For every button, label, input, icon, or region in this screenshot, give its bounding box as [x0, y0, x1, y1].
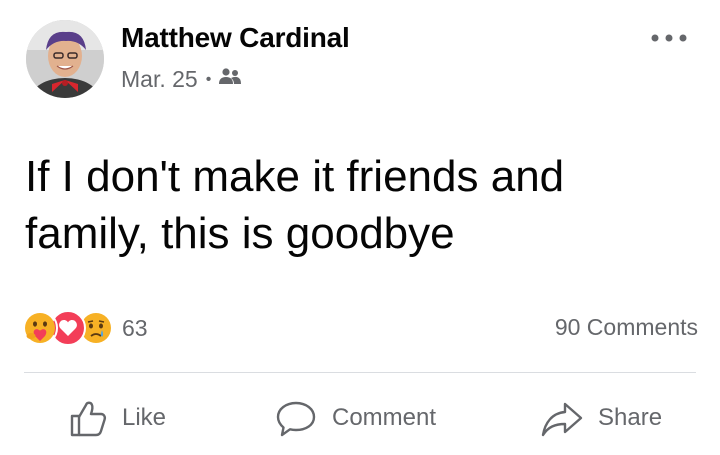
thumbs-up-icon: [70, 401, 107, 437]
reaction-count: 63: [122, 314, 148, 341]
post-date[interactable]: Mar. 25: [121, 66, 198, 93]
care-emoji-icon: [22, 310, 58, 346]
actions-divider: [24, 372, 696, 373]
reactions-summary[interactable]: 63: [22, 310, 148, 346]
avatar-photo: [26, 20, 104, 98]
like-button[interactable]: Like: [68, 394, 166, 442]
post-text: If I don't make it friends and family, t…: [25, 152, 565, 258]
author-name[interactable]: Matthew Cardinal: [121, 22, 350, 54]
share-arrow-icon: [541, 402, 583, 437]
post-meta: Mar. 25 •: [121, 66, 242, 93]
more-options-button[interactable]: [648, 26, 690, 50]
comment-button[interactable]: Comment: [274, 394, 436, 442]
meta-separator: •: [205, 70, 212, 88]
share-button[interactable]: Share: [540, 394, 662, 442]
comments-count-link[interactable]: 90 Comments: [555, 314, 698, 341]
more-horizontal-icon: [651, 34, 687, 42]
post-action-bar: Like Comment Share: [0, 394, 720, 442]
comment-label: Comment: [332, 404, 437, 431]
share-label: Share: [598, 404, 663, 431]
like-label: Like: [122, 404, 167, 431]
author-avatar[interactable]: [26, 20, 104, 98]
friends-icon[interactable]: [218, 66, 242, 93]
speech-bubble-icon: [276, 401, 316, 437]
